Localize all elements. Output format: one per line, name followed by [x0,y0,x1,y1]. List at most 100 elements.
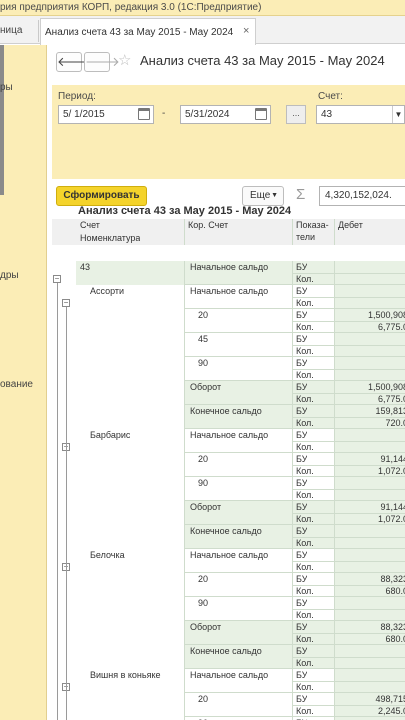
grid-line [292,219,293,245]
table-row[interactable]: Оборот БУ Кол. 88,323 680.0 [52,621,405,645]
debit-amount: 91,144 [380,454,405,464]
indicator-bu: БУ [296,526,308,536]
table-row[interactable]: 20 БУ Кол. 498,715 2,245.0 [52,693,405,717]
grid-line [292,621,293,645]
corr-account: 20 [198,454,209,464]
header-indicators-1: Показа- [296,220,329,230]
corr-account: Конечное сальдо [190,646,262,656]
indicator-qty: Кол. [296,370,314,380]
grid-line [184,621,185,645]
grid-line [292,525,293,549]
calendar-icon[interactable] [255,108,267,120]
table-row[interactable]: 45 БУ Кол. [52,333,405,357]
grid-line [292,309,293,333]
indicator-bu: БУ [296,406,308,416]
table-row[interactable]: 90 БУ Кол. [52,597,405,621]
left-panel: ры дры ование [0,45,47,720]
row-bg-account [76,693,184,717]
report-title: Анализ счета 43 за May 2015 - May 2024 [78,205,292,217]
indicator-qty: Кол. [296,514,314,524]
indicator-bu: БУ [296,574,308,584]
table-row[interactable]: 90 БУ Кол. [52,357,405,381]
row-bg-account [76,309,184,333]
indicator-bu: БУ [296,598,308,608]
grid-line [292,669,293,693]
report-sheet[interactable]: Анализ счета 43 за May 2015 - May 2024 Сч… [52,171,405,720]
corr-account: Начальное сальдо [190,262,269,272]
left-panel-item-1[interactable]: ры [0,82,13,93]
tab-bar: ница Анализ счета 43 за May 2015 - May 2… [0,16,405,45]
row-bg-account [76,477,184,501]
window-title: рия предприятия КОРП, редакция 3.0 (1С:П… [0,2,262,13]
debit-quantity: 720.0 [385,418,405,428]
grid-line [184,501,185,525]
tab-start-page[interactable]: ница [0,25,22,36]
indicator-qty: Кол. [296,682,314,692]
debit-quantity: 6,775.0 [377,394,405,404]
table-row[interactable]: 90 БУ Кол. [52,477,405,501]
indicator-bu: БУ [296,478,308,488]
grid-line [184,333,185,357]
corr-account: 90 [198,598,209,608]
arrow-right-icon: 🡒 [85,54,120,69]
header-account: Счет [80,220,100,230]
grid-line [292,429,293,453]
date-from-value: 5/ 1/2015 [63,109,105,120]
forward-button[interactable]: 🡒 [84,52,120,72]
corr-account: 90 [198,358,209,368]
grid-line [292,357,293,381]
table-row[interactable]: 20 БУ Кол. 88,323 680.0 [52,573,405,597]
period-select-button[interactable]: ... [286,105,306,124]
calendar-icon[interactable] [138,108,150,120]
indicator-qty: Кол. [296,346,314,356]
grid-line [292,549,293,573]
grid-line [292,477,293,501]
left-panel-item-3[interactable]: ование [0,379,33,390]
grid-line [292,501,293,525]
grid-line [184,219,185,245]
indicator-bu: БУ [296,622,308,632]
corr-account: Оборот [190,382,222,392]
grid-line [184,261,185,285]
collapse-icon[interactable]: − [62,299,70,307]
left-panel-item-2[interactable]: дры [0,270,19,281]
table-row[interactable]: Вишня в коньяке−Начальное сальдоБУКол. [52,669,405,693]
back-button[interactable]: 🡐 [56,52,92,72]
table-row[interactable]: Конечное сальдо БУ Кол. 159,813 720.0 [52,405,405,429]
indicator-bu: БУ [296,694,308,704]
table-row[interactable]: Оборот БУ Кол. 1,500,908 6,775.0 [52,381,405,405]
table-row[interactable]: Ассорти − Начальное сальдо БУ Кол. [52,285,405,309]
table-row[interactable]: Оборот БУ Кол. 91,144 1,072.0 [52,501,405,525]
report-parameters: Период: 5/ 1/2015 - 5/31/2024 ... Счет: … [52,85,405,179]
grid-line [292,285,293,309]
indicator-qty: Кол. [296,274,314,284]
row-bg-account [76,501,184,525]
table-row[interactable]: Конечное сальдо БУ Кол. [52,525,405,549]
table-row[interactable]: 20 БУ Кол. 91,144 1,072.0 [52,453,405,477]
debit-amount: 88,323 [380,574,405,584]
grid-line [334,525,335,549]
account-field[interactable]: 43 ▼ [316,105,405,124]
date-from-field[interactable]: 5/ 1/2015 [58,105,154,124]
grid-line [292,261,293,285]
table-row[interactable]: Барбарис−Начальное сальдоБУКол. [52,429,405,453]
grid-line [334,357,335,381]
debit-quantity: 2,245.0 [377,706,405,716]
close-icon[interactable]: × [243,25,249,37]
table-row[interactable]: 43 − Начальное сальдо БУ Кол. [52,261,405,285]
account-name: 43 [80,262,91,272]
tab-separator [38,20,39,42]
collapse-icon[interactable]: − [53,275,61,283]
tab-account-analysis[interactable]: Анализ счета 43 за May 2015 - May 2024 × [40,18,256,45]
indicator-qty: Кол. [296,442,314,452]
account-label: Счет: [318,91,343,102]
date-to-field[interactable]: 5/31/2024 [180,105,271,124]
table-row[interactable]: Конечное сальдо БУ Кол. [52,645,405,669]
tree-connector [66,307,67,720]
table-row[interactable]: 20 БУ Кол. 1,500,908 6,775.0 [52,309,405,333]
date-to-value: 5/31/2024 [185,109,230,120]
grid-line [184,477,185,501]
chevron-down-icon[interactable]: ▼ [392,106,404,123]
star-icon[interactable]: ☆ [118,51,131,69]
table-row[interactable]: Белочка−Начальное сальдоБУКол. [52,549,405,573]
